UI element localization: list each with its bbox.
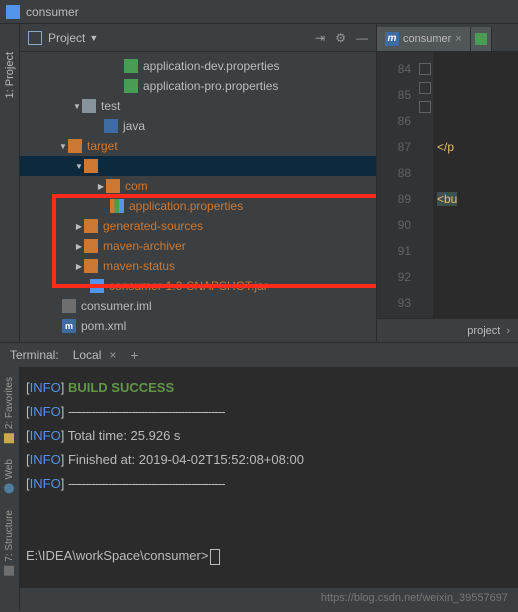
globe-icon [5, 484, 15, 494]
tree-item[interactable]: maven-archiver [103, 239, 186, 253]
folder-icon [106, 179, 120, 193]
tree-item[interactable]: test [101, 99, 120, 113]
arrow-down-icon[interactable]: ▼ [58, 142, 68, 151]
fold-marker-icon[interactable] [419, 101, 431, 113]
plus-icon[interactable]: + [130, 347, 138, 363]
code-token: </p [437, 140, 454, 154]
line-gutter: 84858687888990919293 [377, 52, 417, 318]
folder-icon [104, 119, 118, 133]
fold-gutter [417, 52, 433, 318]
watermark: https://blog.csdn.net/weixin_39557697 [321, 592, 508, 604]
fold-marker-icon[interactable] [419, 63, 431, 75]
iml-icon [62, 299, 76, 313]
project-view-icon[interactable] [28, 31, 42, 45]
project-tree[interactable]: application-dev.properties application-p… [20, 52, 376, 336]
project-view-title[interactable]: Project [48, 31, 85, 45]
arrow-right-icon[interactable]: ▶ [74, 262, 84, 271]
breadcrumb-item[interactable]: project [467, 325, 500, 337]
tree-item[interactable]: target [87, 139, 118, 153]
maven-icon: m [385, 32, 399, 46]
properties-icon [124, 79, 138, 93]
left-gutter-tabs: 1: Project [0, 24, 20, 342]
gear-icon[interactable]: ⚙ [335, 31, 346, 45]
code-token: <bu [437, 192, 457, 206]
fold-marker-icon[interactable] [419, 82, 431, 94]
terminal-cursor [210, 549, 220, 565]
terminal-body[interactable]: [INFO] BUILD SUCCESS [INFO] ------------… [0, 368, 518, 588]
tree-item[interactable]: generated-sources [103, 219, 203, 233]
arrow-right-icon[interactable]: ▶ [74, 242, 84, 251]
properties-icon [110, 199, 124, 213]
terminal-panel: Terminal: Local × + [INFO] BUILD SUCCESS… [0, 342, 518, 588]
properties-icon [124, 59, 138, 73]
chevron-right-icon: › [506, 325, 510, 337]
editor-tabs: m consumer × [377, 24, 518, 52]
folder-icon [68, 139, 82, 153]
folder-icon [84, 159, 98, 173]
tree-item[interactable]: consumer-1.0-SNAPSHOT.jar [109, 279, 268, 293]
arrow-right-icon[interactable]: ▶ [96, 182, 106, 191]
maven-icon: m [62, 319, 76, 333]
left-gutter-lower: 2: Favorites Web 7: Structure [0, 367, 20, 611]
editor-breadcrumb[interactable]: project › [377, 318, 518, 342]
folder-icon [84, 219, 98, 233]
side-tab-favorites[interactable]: 2: Favorites [3, 371, 16, 449]
close-icon[interactable]: × [455, 33, 461, 45]
tree-item[interactable]: com [125, 179, 148, 193]
arrow-down-icon[interactable]: ▼ [74, 162, 84, 171]
tree-item[interactable]: consumer.iml [81, 299, 152, 313]
module-name: consumer [26, 5, 79, 19]
side-tab-web[interactable]: Web [3, 453, 16, 499]
arrow-down-icon[interactable]: ▼ [72, 102, 82, 111]
tree-item[interactable]: pom.xml [81, 319, 126, 333]
jar-icon [90, 279, 104, 293]
folder-icon [84, 259, 98, 273]
module-bar: consumer [0, 0, 518, 24]
folder-icon [84, 239, 98, 253]
tree-item[interactable]: application.properties [129, 199, 243, 213]
tree-item[interactable]: maven-status [103, 259, 175, 273]
collapse-icon[interactable]: ⇥ [315, 31, 325, 45]
editor-tab[interactable]: m consumer × [377, 27, 471, 51]
terminal-tabs: Terminal: Local × + [0, 343, 518, 368]
structure-icon [5, 565, 15, 575]
hide-icon[interactable]: — [356, 31, 368, 45]
terminal-prompt[interactable]: E:\IDEA\workSpace\consumer> [26, 548, 208, 563]
side-tab-project[interactable]: 1: Project [2, 44, 18, 106]
project-header: Project ▼ ⇥ ⚙ — [20, 24, 376, 52]
star-icon [5, 433, 15, 443]
editor-tab-partial[interactable] [471, 27, 492, 51]
code-area[interactable]: </p <bu [433, 52, 518, 318]
project-panel: Project ▼ ⇥ ⚙ — application-dev.properti… [20, 24, 376, 342]
editor-tab-label: consumer [403, 33, 451, 45]
terminal-label: Terminal: [10, 348, 59, 362]
folder-icon [82, 99, 96, 113]
close-icon[interactable]: × [109, 348, 116, 362]
tree-item[interactable]: java [123, 119, 145, 133]
file-icon [475, 33, 487, 45]
editor-body[interactable]: 84858687888990919293 </p <bu [377, 52, 518, 318]
module-icon [6, 5, 20, 19]
side-tab-structure[interactable]: 7: Structure [3, 504, 16, 582]
chevron-down-icon[interactable]: ▼ [89, 33, 98, 43]
arrow-right-icon[interactable]: ▶ [74, 222, 84, 231]
tree-item[interactable]: application-pro.properties [143, 79, 278, 93]
tree-item[interactable]: application-dev.properties [143, 59, 280, 73]
terminal-tab[interactable]: Local [73, 348, 102, 362]
editor-panel: m consumer × 84858687888990919293 </p <b… [376, 24, 518, 342]
